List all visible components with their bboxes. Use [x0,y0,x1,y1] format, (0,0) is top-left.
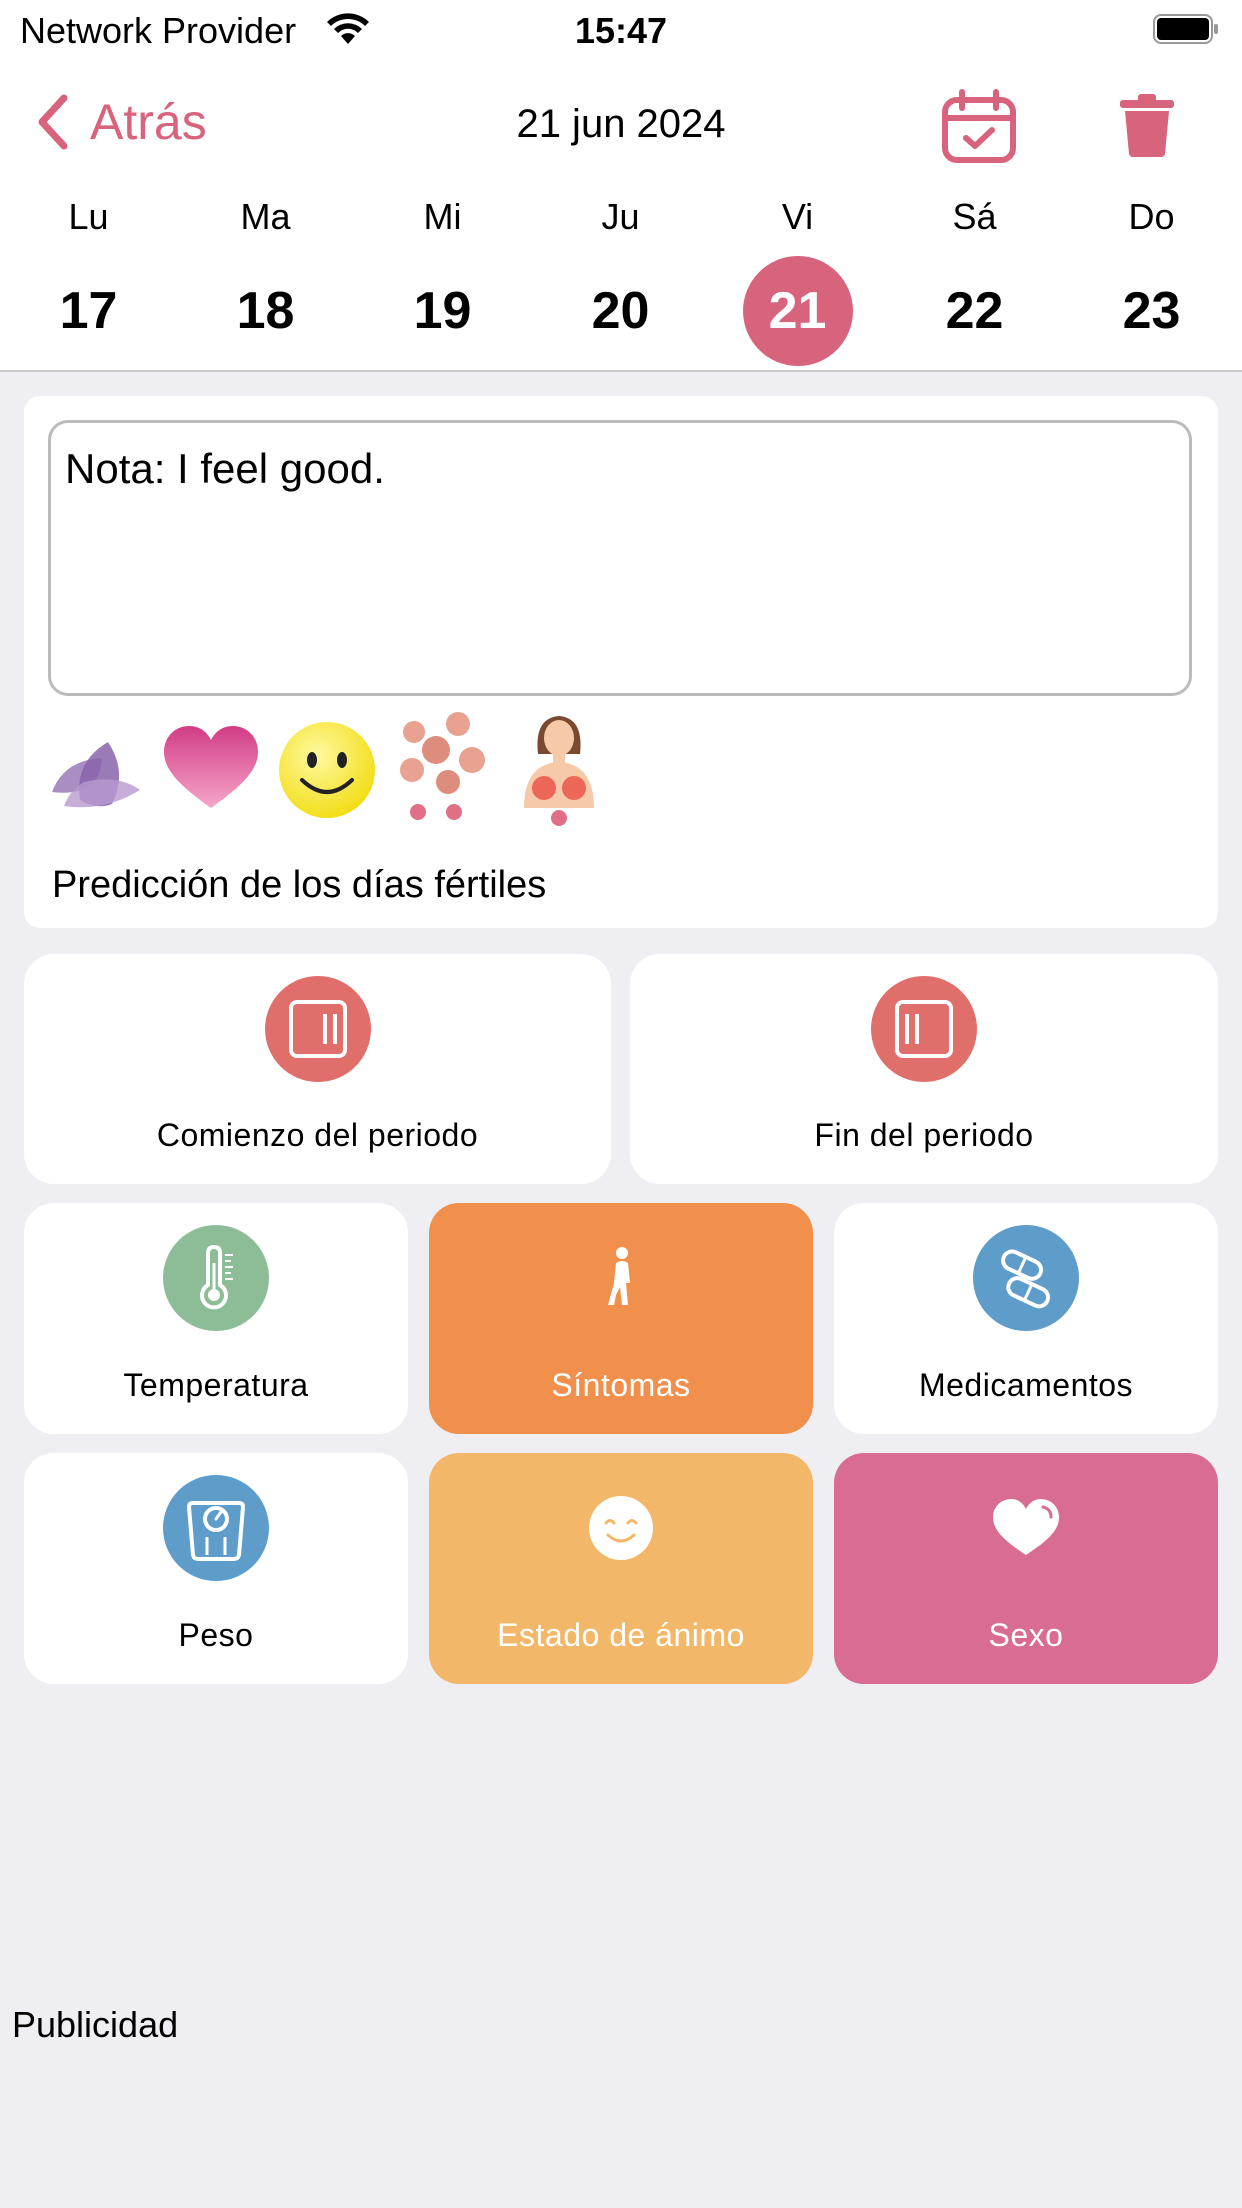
day-number: 23 [1122,282,1181,340]
logged-entries-row [44,706,610,830]
mood-label: Estado de ánimo [497,1617,745,1653]
day-thursday[interactable]: Ju 20 [532,192,709,362]
weight-label: Peso [178,1617,254,1653]
day-monday[interactable]: Lu 17 [0,192,177,362]
weekday-label: Ju [601,196,640,237]
weekday-label: Ma [240,196,291,237]
symptoms-label: Síntomas [551,1367,691,1403]
day-friday[interactable]: Vi 21 [709,192,886,366]
symptoms-button[interactable]: Síntomas [429,1203,813,1434]
weekday-label: Lu [68,196,109,237]
mood-button[interactable]: Estado de ánimo [429,1453,813,1684]
day-number: 18 [236,282,295,340]
fertile-prediction-label: Predicción de los días fértiles [52,864,547,906]
period-end-icon [871,976,977,1082]
calendar-check-icon[interactable] [940,88,1018,166]
sex-label: Sexo [988,1617,1064,1653]
medications-button[interactable]: Medicamentos [834,1203,1218,1434]
period-start-button[interactable]: Comienzo del periodo [24,954,611,1184]
period-start-icon [264,976,371,1082]
day-number: 17 [59,282,118,340]
scale-icon [163,1475,269,1581]
heart-icon [164,726,258,808]
day-header: Atrás 21 jun 2024 Lu 17 Ma 18 Mi 19 Ju 2… [0,62,1242,372]
sex-button[interactable]: Sexo [834,1453,1218,1684]
day-number: 20 [591,282,650,340]
day-summary-card: Nota: I feel good. Predicción de los día… [24,396,1218,928]
weekday-label: Sá [952,196,997,237]
temperature-label: Temperatura [123,1367,309,1403]
day-tuesday[interactable]: Ma 18 [177,192,354,362]
period-start-label: Comienzo del periodo [156,1117,479,1153]
pills-icon [973,1225,1079,1331]
day-saturday[interactable]: Sá 22 [886,192,1063,362]
smile-icon [568,1475,674,1581]
week-strip: Lu 17 Ma 18 Mi 19 Ju 20 Vi 21 Sá 22 Do 2… [0,192,1242,366]
temperature-button[interactable]: Temperatura [24,1203,408,1434]
weekday-label: Mi [423,196,462,237]
battery-icon [1153,14,1218,44]
day-number: 22 [945,282,1004,340]
period-end-button[interactable]: Fin del periodo [630,954,1218,1184]
breast-pain-icon [524,716,594,826]
lotus-icon [52,742,140,808]
trash-icon[interactable] [1118,92,1176,158]
note-text: Nota: I feel good. [65,445,385,492]
period-end-label: Fin del periodo [814,1117,1034,1153]
clock: 15:47 [574,10,668,51]
thermometer-icon [163,1225,269,1331]
weight-button[interactable]: Peso [24,1453,408,1684]
selected-date: 21 jun 2024 [516,102,726,146]
day-number: 19 [413,282,472,340]
day-wednesday[interactable]: Mi 19 [354,192,531,362]
smiley-icon [279,722,375,818]
status-bar: Network Provider 15:47 [0,0,1242,62]
day-sunday[interactable]: Do 23 [1063,192,1240,362]
advertising-label: Publicidad [12,2004,179,2045]
medications-label: Medicamentos [918,1367,1134,1403]
day-number-selected: 21 [742,256,853,366]
acne-icon [400,712,485,820]
note-field[interactable]: Nota: I feel good. [48,420,1192,696]
heart-outline-icon [973,1475,1079,1581]
weekday-label: Vi [781,196,814,237]
walking-person-icon [568,1225,674,1331]
weekday-label: Do [1128,196,1175,237]
